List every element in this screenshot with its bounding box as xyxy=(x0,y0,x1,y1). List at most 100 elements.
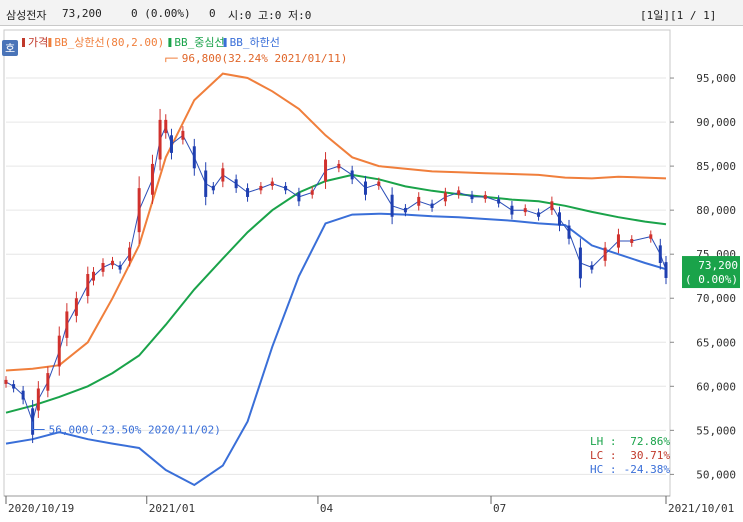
price-candle xyxy=(137,188,141,233)
price-candle xyxy=(221,168,225,182)
price-change: 0 (0.00%) xyxy=(131,7,191,20)
price-candle xyxy=(658,245,662,263)
price-candle xyxy=(523,208,527,213)
price-candle xyxy=(169,135,173,153)
low-annotation-label: 56,000(-23.50% 2020/11/02) xyxy=(49,424,221,437)
legend-label: 가격 xyxy=(28,36,48,49)
price-candle xyxy=(46,373,50,391)
stat-lh-label: LH : xyxy=(590,435,617,448)
price-candle xyxy=(204,170,208,197)
price-candle xyxy=(337,163,341,169)
price-candle xyxy=(74,298,78,316)
price-candle xyxy=(443,192,447,202)
y-tick-label: 85,000 xyxy=(696,160,736,173)
last-price-change: ( 0.00%) xyxy=(685,273,738,286)
stat-lc-value: 30.71% xyxy=(630,449,670,462)
legend-swatch xyxy=(168,38,172,47)
y-tick-label: 60,000 xyxy=(696,380,736,393)
last-price-tag: 73,200 ( 0.00%) xyxy=(682,256,740,289)
price-candle xyxy=(128,247,132,261)
price-candle xyxy=(4,379,8,384)
price-candle xyxy=(578,247,582,279)
price-candle xyxy=(567,225,571,239)
price-candle xyxy=(497,199,501,204)
price-candle xyxy=(630,238,634,243)
price-candle xyxy=(158,119,162,160)
price-candle xyxy=(649,234,653,239)
price-candle xyxy=(363,181,367,195)
price-candle xyxy=(111,260,115,266)
price-candle xyxy=(297,192,301,202)
y-tick-label: 70,000 xyxy=(696,292,736,305)
stat-lc-label: LC : xyxy=(590,449,617,462)
price-candle xyxy=(86,274,90,297)
price-candle xyxy=(557,212,561,226)
y-tick-label: 80,000 xyxy=(696,204,736,217)
price-candle xyxy=(21,390,25,400)
x-tick-label: 2021/10/01 xyxy=(668,502,734,515)
price-candle xyxy=(403,207,407,213)
legend: 가격 BB_상한선(80,2.00) BB_중심선 BB_하한선 xyxy=(22,35,280,49)
price-candle xyxy=(65,311,69,338)
price-candle xyxy=(181,130,185,140)
price-candle xyxy=(483,194,487,199)
current-price: 73,200 xyxy=(62,7,102,20)
price-candle xyxy=(603,247,607,261)
y-tick-label: 65,000 xyxy=(696,336,736,349)
price-candle xyxy=(246,188,250,197)
price-candle xyxy=(457,190,461,195)
y-tick-label: 55,000 xyxy=(696,424,736,437)
plot-area: 50,000 55,000 60,000 65,000 70,000 75,000 80,0… xyxy=(0,26,743,519)
price-candle xyxy=(390,194,394,217)
stat-lh-value: 72.86% xyxy=(630,435,670,448)
legend-label: BB_중심선 xyxy=(174,36,224,49)
price-candle xyxy=(470,194,474,200)
price-candle xyxy=(259,185,263,191)
stats-box: LH : 72.86% LC : 30.71% HC : -24.38% xyxy=(590,435,670,476)
price-candle xyxy=(324,159,328,182)
legend-swatch xyxy=(22,38,25,47)
high-annotation-label: 96,800(32.24% 2021/01/11) xyxy=(182,52,348,65)
stat-hc-label: HC : xyxy=(590,463,617,476)
legend-swatch xyxy=(48,38,52,47)
price-candle xyxy=(377,181,381,186)
low-annotation: 56,000(-23.50% 2020/11/02) xyxy=(32,421,221,437)
volume: 0 xyxy=(209,7,216,20)
last-price-value: 73,200 xyxy=(698,259,738,272)
stock-name: 삼성전자 xyxy=(6,9,47,22)
price-candle xyxy=(118,265,122,270)
price-candle xyxy=(91,271,95,281)
legend-label: BB_상한선(80,2.00) xyxy=(54,36,164,49)
price-candle xyxy=(417,196,421,206)
x-tick-label: 04 xyxy=(320,502,334,515)
price-candle xyxy=(537,212,541,217)
y-tick-label: 50,000 xyxy=(696,468,736,481)
stat-hc-value: -24.38% xyxy=(624,463,671,476)
price-candle xyxy=(664,262,668,278)
price-candle xyxy=(57,335,61,367)
price-candle xyxy=(211,185,215,191)
x-tick-label: 2020/10/19 xyxy=(8,502,74,515)
price-candle xyxy=(550,201,554,211)
price-candle xyxy=(234,179,238,189)
price-chart: 50,00055,00060,00065,00070,00075,00080,0… xyxy=(2,29,740,515)
price-candle xyxy=(430,203,434,208)
price-candle xyxy=(36,388,40,411)
x-tick-label: 2021/01 xyxy=(149,502,195,515)
price-candle xyxy=(150,163,154,195)
price-candle xyxy=(590,265,594,270)
period-indicator[interactable]: [1일][1 / 1] xyxy=(640,7,716,23)
header-bar: 삼성전자 73,200 0 (0.00%) 0 시:0 고:0 저:0 [1일]… xyxy=(0,0,743,26)
price-candle xyxy=(350,170,354,180)
price-candle xyxy=(164,119,168,134)
y-tick-label: 95,000 xyxy=(696,72,736,85)
legend-label: BB_하한선 xyxy=(230,35,280,49)
chart-window: 삼성전자 73,200 0 (0.00%) 0 시:0 고:0 저:0 [1일]… xyxy=(0,0,743,519)
ohlc-values: 시:0 고:0 저:0 xyxy=(228,9,312,22)
quote-badge-label: 호 xyxy=(5,42,15,55)
y-tick-label: 90,000 xyxy=(696,116,736,129)
x-tick-label: 07 xyxy=(493,502,506,515)
price-candle xyxy=(101,263,105,272)
price-candle xyxy=(284,185,288,191)
high-annotation: 96,800(32.24% 2021/01/11) xyxy=(165,52,348,65)
